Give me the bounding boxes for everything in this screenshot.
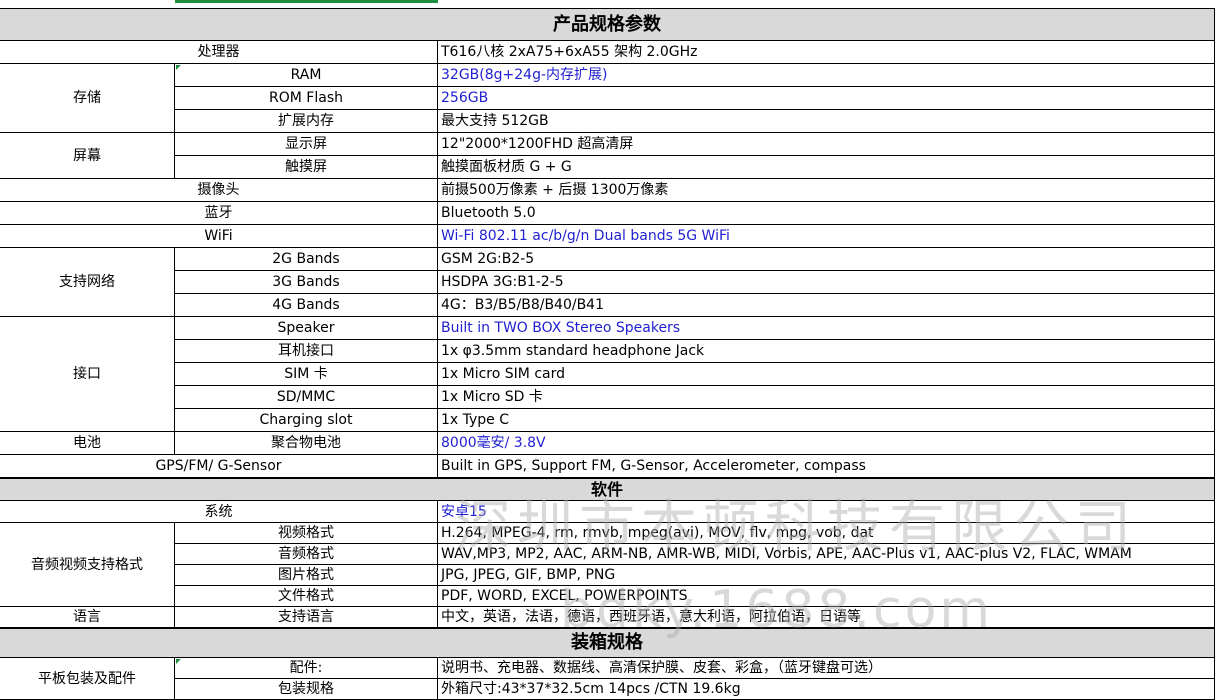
language-value: 中文，英语，法语，德语，西班牙语，意大利语，阿拉伯语，日语等 bbox=[438, 607, 1215, 628]
battery-group: 电池 bbox=[0, 432, 175, 455]
language-label: 支持语言 bbox=[175, 607, 438, 628]
band-2g-label: 2G Bands bbox=[175, 248, 438, 271]
os-label: 系统 bbox=[0, 501, 438, 523]
rom-label: ROM Flash bbox=[175, 87, 438, 110]
cpu-label: 处理器 bbox=[0, 41, 438, 64]
accessories-value: 说明书、充电器、数据线、高清保护膜、皮套、彩盒，（蓝牙键盘可选） bbox=[438, 658, 1215, 679]
section-title-specs: 产品规格参数 bbox=[0, 8, 1215, 41]
os-value: 安卓15 bbox=[438, 501, 1215, 523]
gps-value: Built in GPS, Support FM, G-Sensor, Acce… bbox=[438, 455, 1215, 478]
wifi-label: WiFi bbox=[0, 225, 438, 248]
ram-label: RAM bbox=[175, 64, 438, 87]
speaker-label: Speaker bbox=[175, 317, 438, 340]
doc-value: PDF, WORD, EXCEL, POWERPOINTS bbox=[438, 586, 1215, 607]
ext-label: 扩展内存 bbox=[175, 110, 438, 133]
band-4g-value: 4G：B3/B5/B8/B40/B41 bbox=[438, 294, 1215, 317]
image-label: 图片格式 bbox=[175, 565, 438, 586]
ram-value: 32GB(8g+24g-内存扩展) bbox=[438, 64, 1215, 87]
sim-value: 1x Micro SIM card bbox=[438, 363, 1215, 386]
pack-group: 平板包装及配件 bbox=[0, 658, 175, 700]
touch-value: 触摸面板材质 G + G bbox=[438, 156, 1215, 179]
video-value: H.264, MPEG-4, rm, rmvb, mpeg(avi), MOV,… bbox=[438, 523, 1215, 544]
audio-label: 音频格式 bbox=[175, 544, 438, 565]
jack-value: 1x φ3.5mm standard headphone Jack bbox=[438, 340, 1215, 363]
language-group: 语言 bbox=[0, 607, 175, 628]
speaker-value: Built in TWO BOX Stereo Speakers bbox=[438, 317, 1215, 340]
band-3g-label: 3G Bands bbox=[175, 271, 438, 294]
wifi-value: Wi-Fi 802.11 ac/b/g/n Dual bands 5G WiFi bbox=[438, 225, 1215, 248]
spec-sheet: 产品规格参数 处理器 T616八核 2xA75+6xA55 架构 2.0GHz … bbox=[0, 0, 1215, 700]
band-2g-value: GSM 2G:B2-5 bbox=[438, 248, 1215, 271]
audio-value: WAV,MP3, MP2, AAC, ARM-NB, AMR-WB, MIDI,… bbox=[438, 544, 1215, 565]
image-value: JPG, JPEG, GIF, BMP, PNG bbox=[438, 565, 1215, 586]
selection-line bbox=[175, 0, 438, 3]
media-group: 音频视频支持格式 bbox=[0, 523, 175, 607]
bluetooth-value: Bluetooth 5.0 bbox=[438, 202, 1215, 225]
video-label: 视频格式 bbox=[175, 523, 438, 544]
storage-group: 存储 bbox=[0, 64, 175, 133]
battery-value: 8000毫安/ 3.8V bbox=[438, 432, 1215, 455]
band-4g-label: 4G Bands bbox=[175, 294, 438, 317]
screen-group: 屏幕 bbox=[0, 133, 175, 179]
camera-label: 摄像头 bbox=[0, 179, 438, 202]
charge-value: 1x Type C bbox=[438, 409, 1215, 432]
pack-spec-value: 外箱尺寸:43*37*32.5cm 14pcs /CTN 19.6kg bbox=[438, 679, 1215, 700]
gps-label: GPS/FM/ G-Sensor bbox=[0, 455, 438, 478]
accessories-label: 配件: bbox=[175, 658, 438, 679]
pack-spec-label: 包装规格 bbox=[175, 679, 438, 700]
ext-value: 最大支持 512GB bbox=[438, 110, 1215, 133]
section-title-software: 软件 bbox=[0, 478, 1215, 501]
doc-label: 文件格式 bbox=[175, 586, 438, 607]
cpu-value: T616八核 2xA75+6xA55 架构 2.0GHz bbox=[438, 41, 1215, 64]
ports-group: 接口 bbox=[0, 317, 175, 432]
charge-label: Charging slot bbox=[175, 409, 438, 432]
sd-value: 1x Micro SD 卡 bbox=[438, 386, 1215, 409]
display-label: 显示屏 bbox=[175, 133, 438, 156]
display-value: 12"2000*1200FHD 超高清屏 bbox=[438, 133, 1215, 156]
section-title-packing: 装箱规格 bbox=[0, 628, 1215, 658]
cell-marker bbox=[176, 65, 181, 70]
sim-label: SIM 卡 bbox=[175, 363, 438, 386]
camera-value: 前摄500万像素 + 后摄 1300万像素 bbox=[438, 179, 1215, 202]
jack-label: 耳机接口 bbox=[175, 340, 438, 363]
network-group: 支持网络 bbox=[0, 248, 175, 317]
rom-value: 256GB bbox=[438, 87, 1215, 110]
touch-label: 触摸屏 bbox=[175, 156, 438, 179]
battery-label: 聚合物电池 bbox=[175, 432, 438, 455]
bluetooth-label: 蓝牙 bbox=[0, 202, 438, 225]
band-3g-value: HSDPA 3G:B1-2-5 bbox=[438, 271, 1215, 294]
cell-marker bbox=[176, 659, 181, 664]
sd-label: SD/MMC bbox=[175, 386, 438, 409]
